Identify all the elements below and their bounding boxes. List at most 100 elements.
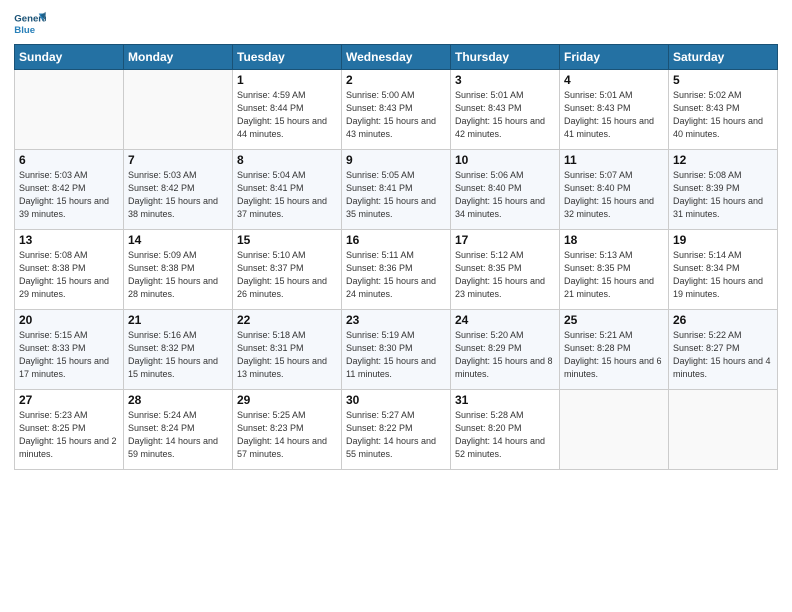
calendar-cell: 26 Sunrise: 5:22 AM Sunset: 8:27 PM Dayli… xyxy=(669,310,778,390)
day-number: 29 xyxy=(237,393,337,407)
day-number: 14 xyxy=(128,233,228,247)
day-info: Sunrise: 5:03 AM Sunset: 8:42 PM Dayligh… xyxy=(19,169,119,221)
day-number: 25 xyxy=(564,313,664,327)
day-info: Sunrise: 5:21 AM Sunset: 8:28 PM Dayligh… xyxy=(564,329,664,381)
weekday-header-wednesday: Wednesday xyxy=(342,45,451,70)
day-info: Sunrise: 5:12 AM Sunset: 8:35 PM Dayligh… xyxy=(455,249,555,301)
calendar-cell: 20 Sunrise: 5:15 AM Sunset: 8:33 PM Dayli… xyxy=(15,310,124,390)
weekday-header-thursday: Thursday xyxy=(451,45,560,70)
day-info: Sunrise: 5:16 AM Sunset: 8:32 PM Dayligh… xyxy=(128,329,228,381)
weekday-header-row: SundayMondayTuesdayWednesdayThursdayFrid… xyxy=(15,45,778,70)
day-number: 19 xyxy=(673,233,773,247)
day-info: Sunrise: 5:05 AM Sunset: 8:41 PM Dayligh… xyxy=(346,169,446,221)
day-number: 6 xyxy=(19,153,119,167)
day-number: 26 xyxy=(673,313,773,327)
day-info: Sunrise: 5:11 AM Sunset: 8:36 PM Dayligh… xyxy=(346,249,446,301)
day-info: Sunrise: 5:02 AM Sunset: 8:43 PM Dayligh… xyxy=(673,89,773,141)
day-number: 11 xyxy=(564,153,664,167)
weekday-header-friday: Friday xyxy=(560,45,669,70)
day-number: 16 xyxy=(346,233,446,247)
day-info: Sunrise: 5:07 AM Sunset: 8:40 PM Dayligh… xyxy=(564,169,664,221)
day-number: 23 xyxy=(346,313,446,327)
calendar-cell xyxy=(124,70,233,150)
day-info: Sunrise: 5:14 AM Sunset: 8:34 PM Dayligh… xyxy=(673,249,773,301)
day-info: Sunrise: 5:00 AM Sunset: 8:43 PM Dayligh… xyxy=(346,89,446,141)
calendar-cell: 10 Sunrise: 5:06 AM Sunset: 8:40 PM Dayli… xyxy=(451,150,560,230)
calendar-cell: 5 Sunrise: 5:02 AM Sunset: 8:43 PM Daylig… xyxy=(669,70,778,150)
calendar-cell: 25 Sunrise: 5:21 AM Sunset: 8:28 PM Dayli… xyxy=(560,310,669,390)
calendar-table: SundayMondayTuesdayWednesdayThursdayFrid… xyxy=(14,44,778,470)
calendar-cell xyxy=(669,390,778,470)
day-number: 20 xyxy=(19,313,119,327)
day-info: Sunrise: 5:01 AM Sunset: 8:43 PM Dayligh… xyxy=(455,89,555,141)
day-number: 13 xyxy=(19,233,119,247)
day-number: 21 xyxy=(128,313,228,327)
day-info: Sunrise: 5:22 AM Sunset: 8:27 PM Dayligh… xyxy=(673,329,773,381)
day-number: 15 xyxy=(237,233,337,247)
logo-icon: General Blue xyxy=(14,10,46,38)
day-info: Sunrise: 5:18 AM Sunset: 8:31 PM Dayligh… xyxy=(237,329,337,381)
week-row-1: 1Sunrise: 4:59 AM Sunset: 8:44 PM Daylig… xyxy=(15,70,778,150)
day-info: Sunrise: 5:15 AM Sunset: 8:33 PM Dayligh… xyxy=(19,329,119,381)
day-number: 5 xyxy=(673,73,773,87)
day-number: 24 xyxy=(455,313,555,327)
day-number: 1 xyxy=(237,73,337,87)
day-number: 12 xyxy=(673,153,773,167)
day-number: 28 xyxy=(128,393,228,407)
week-row-3: 13 Sunrise: 5:08 AM Sunset: 8:38 PM Dayli… xyxy=(15,230,778,310)
day-info: Sunrise: 5:20 AM Sunset: 8:29 PM Dayligh… xyxy=(455,329,555,381)
calendar-cell: 18Sunrise: 5:13 AM Sunset: 8:35 PM Dayli… xyxy=(560,230,669,310)
day-number: 8 xyxy=(237,153,337,167)
day-number: 17 xyxy=(455,233,555,247)
day-number: 7 xyxy=(128,153,228,167)
logo: General Blue xyxy=(14,10,46,38)
calendar-cell: 3 Sunrise: 5:01 AM Sunset: 8:43 PM Daylig… xyxy=(451,70,560,150)
calendar-cell: 31Sunrise: 5:28 AM Sunset: 8:20 PM Dayli… xyxy=(451,390,560,470)
calendar-cell: 9Sunrise: 5:05 AM Sunset: 8:41 PM Daylig… xyxy=(342,150,451,230)
calendar-cell: 6 Sunrise: 5:03 AM Sunset: 8:42 PM Daylig… xyxy=(15,150,124,230)
day-number: 3 xyxy=(455,73,555,87)
calendar-cell: 15 Sunrise: 5:10 AM Sunset: 8:37 PM Dayli… xyxy=(233,230,342,310)
day-info: Sunrise: 5:25 AM Sunset: 8:23 PM Dayligh… xyxy=(237,409,337,461)
day-info: Sunrise: 5:10 AM Sunset: 8:37 PM Dayligh… xyxy=(237,249,337,301)
calendar-cell: 4 Sunrise: 5:01 AM Sunset: 8:43 PM Daylig… xyxy=(560,70,669,150)
svg-text:Blue: Blue xyxy=(14,25,35,36)
calendar-cell: 11 Sunrise: 5:07 AM Sunset: 8:40 PM Dayli… xyxy=(560,150,669,230)
calendar-cell: 19 Sunrise: 5:14 AM Sunset: 8:34 PM Dayli… xyxy=(669,230,778,310)
calendar-cell: 8 Sunrise: 5:04 AM Sunset: 8:41 PM Daylig… xyxy=(233,150,342,230)
day-number: 10 xyxy=(455,153,555,167)
calendar-cell xyxy=(560,390,669,470)
day-number: 22 xyxy=(237,313,337,327)
calendar-cell: 1Sunrise: 4:59 AM Sunset: 8:44 PM Daylig… xyxy=(233,70,342,150)
day-number: 27 xyxy=(19,393,119,407)
day-info: Sunrise: 5:23 AM Sunset: 8:25 PM Dayligh… xyxy=(19,409,119,461)
calendar-cell: 21 Sunrise: 5:16 AM Sunset: 8:32 PM Dayli… xyxy=(124,310,233,390)
calendar-cell xyxy=(15,70,124,150)
calendar-cell: 24 Sunrise: 5:20 AM Sunset: 8:29 PM Dayli… xyxy=(451,310,560,390)
calendar-cell: 27 Sunrise: 5:23 AM Sunset: 8:25 PM Dayli… xyxy=(15,390,124,470)
calendar-cell: 2 Sunrise: 5:00 AM Sunset: 8:43 PM Daylig… xyxy=(342,70,451,150)
calendar-cell: 22 Sunrise: 5:18 AM Sunset: 8:31 PM Dayli… xyxy=(233,310,342,390)
day-info: Sunrise: 5:03 AM Sunset: 8:42 PM Dayligh… xyxy=(128,169,228,221)
day-number: 31 xyxy=(455,393,555,407)
day-info: Sunrise: 5:01 AM Sunset: 8:43 PM Dayligh… xyxy=(564,89,664,141)
calendar-cell: 7 Sunrise: 5:03 AM Sunset: 8:42 PM Daylig… xyxy=(124,150,233,230)
calendar-cell: 14 Sunrise: 5:09 AM Sunset: 8:38 PM Dayli… xyxy=(124,230,233,310)
day-info: Sunrise: 5:08 AM Sunset: 8:38 PM Dayligh… xyxy=(19,249,119,301)
day-number: 4 xyxy=(564,73,664,87)
calendar-cell: 23 Sunrise: 5:19 AM Sunset: 8:30 PM Dayli… xyxy=(342,310,451,390)
day-info: Sunrise: 5:08 AM Sunset: 8:39 PM Dayligh… xyxy=(673,169,773,221)
week-row-4: 20 Sunrise: 5:15 AM Sunset: 8:33 PM Dayli… xyxy=(15,310,778,390)
calendar-cell: 12 Sunrise: 5:08 AM Sunset: 8:39 PM Dayli… xyxy=(669,150,778,230)
day-info: Sunrise: 5:06 AM Sunset: 8:40 PM Dayligh… xyxy=(455,169,555,221)
day-info: Sunrise: 5:09 AM Sunset: 8:38 PM Dayligh… xyxy=(128,249,228,301)
day-info: Sunrise: 5:19 AM Sunset: 8:30 PM Dayligh… xyxy=(346,329,446,381)
day-number: 18 xyxy=(564,233,664,247)
day-number: 2 xyxy=(346,73,446,87)
page-header: General Blue xyxy=(14,10,778,38)
calendar-cell: 30Sunrise: 5:27 AM Sunset: 8:22 PM Dayli… xyxy=(342,390,451,470)
day-info: Sunrise: 5:04 AM Sunset: 8:41 PM Dayligh… xyxy=(237,169,337,221)
weekday-header-sunday: Sunday xyxy=(15,45,124,70)
day-info: Sunrise: 5:27 AM Sunset: 8:22 PM Dayligh… xyxy=(346,409,446,461)
weekday-header-tuesday: Tuesday xyxy=(233,45,342,70)
